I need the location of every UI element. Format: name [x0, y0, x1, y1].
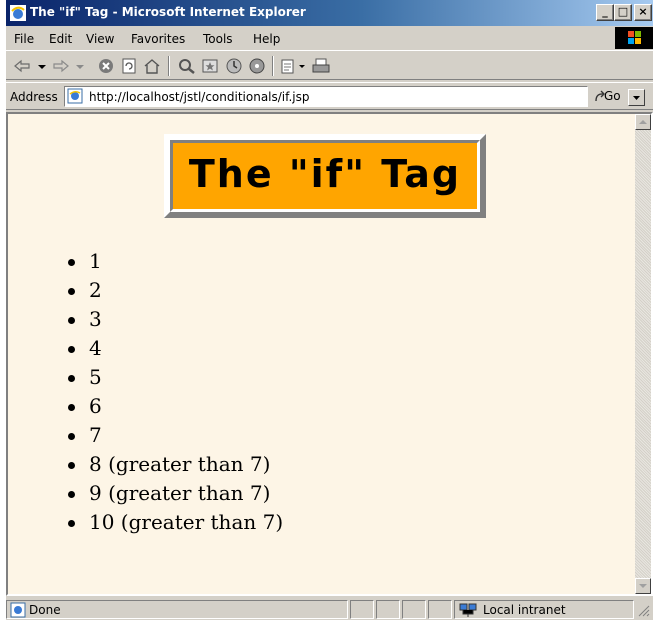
toolbar	[6, 50, 653, 80]
vertical-scrollbar[interactable]	[635, 114, 651, 594]
list-item: 3	[68, 305, 283, 334]
zone-text: Local intranet	[483, 603, 566, 617]
status-pane	[402, 600, 426, 619]
forward-dropdown-icon[interactable]	[70, 57, 90, 75]
windows-logo-icon	[615, 27, 653, 49]
forward-icon[interactable]	[51, 57, 71, 75]
status-pane	[350, 600, 374, 619]
menu-favorites[interactable]: Favorites	[131, 32, 185, 46]
status-pane-main: Done	[6, 600, 348, 619]
menu-edit[interactable]: Edit	[49, 32, 72, 46]
search-icon[interactable]	[177, 57, 197, 75]
print-icon[interactable]	[311, 57, 331, 75]
address-bar: Address http://localhost/jstl/conditiona…	[6, 82, 653, 110]
status-bar: Done Local intranet	[6, 598, 653, 620]
media-icon[interactable]	[247, 57, 267, 75]
toolbar-separator	[168, 56, 170, 76]
address-url: http://localhost/jstl/conditionals/if.js…	[89, 90, 310, 104]
back-icon[interactable]	[12, 57, 32, 75]
browser-window: The "if" Tag - Microsoft Internet Explor…	[6, 0, 653, 620]
list-item: 2	[68, 276, 283, 305]
status-pane-zone: Local intranet	[454, 600, 634, 619]
resize-grip-icon[interactable]	[636, 603, 650, 617]
arrow-down-icon	[639, 584, 647, 588]
status-text: Done	[29, 603, 61, 617]
list-item: 5	[68, 363, 283, 392]
scroll-down-button[interactable]	[635, 578, 651, 594]
ie-page-icon	[10, 602, 26, 618]
list-item: 6	[68, 392, 283, 421]
ie-page-icon	[67, 88, 83, 104]
minimize-button[interactable]: _	[596, 4, 614, 21]
window-title: The "if" Tag - Microsoft Internet Explor…	[30, 5, 306, 19]
stop-icon[interactable]	[96, 57, 116, 75]
menu-view[interactable]: View	[86, 32, 114, 46]
maximize-button[interactable]: □	[614, 4, 632, 21]
toolbar-separator	[272, 56, 274, 76]
chevron-down-icon	[633, 96, 640, 100]
number-list: 1 2 3 4 5 6 7 8 (greater than 7) 9 (grea…	[68, 247, 283, 537]
heading-cell: The "if" Tag	[170, 140, 480, 212]
page-heading: The "if" Tag	[188, 152, 462, 196]
page-viewport: The "if" Tag 1 2 3 4 5 6 7 8 (greater th…	[6, 112, 653, 596]
favorites-icon[interactable]	[200, 57, 220, 75]
home-icon[interactable]	[142, 57, 162, 75]
arrow-up-icon	[639, 120, 647, 124]
go-button[interactable]: Go	[604, 89, 621, 103]
status-pane	[428, 600, 452, 619]
refresh-icon[interactable]	[119, 57, 139, 75]
ie-logo-icon	[10, 5, 26, 21]
address-label: Address	[10, 90, 58, 104]
page-content: The "if" Tag 1 2 3 4 5 6 7 8 (greater th…	[8, 114, 635, 594]
list-item: 8 (greater than 7)	[68, 450, 283, 479]
list-item: 7	[68, 421, 283, 450]
back-dropdown-icon[interactable]	[32, 57, 52, 75]
address-input[interactable]: http://localhost/jstl/conditionals/if.js…	[64, 86, 645, 107]
list-item: 4	[68, 334, 283, 363]
title-bar[interactable]: The "if" Tag - Microsoft Internet Explor…	[6, 0, 653, 26]
address-dropdown-button[interactable]	[628, 89, 645, 106]
list-item: 10 (greater than 7)	[68, 508, 283, 537]
close-button[interactable]: ×	[634, 4, 652, 21]
status-pane	[376, 600, 400, 619]
history-icon[interactable]	[224, 57, 244, 75]
intranet-icon	[459, 603, 477, 617]
menu-tools[interactable]: Tools	[203, 32, 233, 46]
scroll-up-button[interactable]	[635, 114, 651, 130]
menu-file[interactable]: File	[14, 32, 34, 46]
menu-help[interactable]: Help	[253, 32, 280, 46]
list-item: 1	[68, 247, 283, 276]
heading-table: The "if" Tag	[164, 134, 486, 218]
menu-bar: File Edit View Favorites Tools Help	[6, 27, 653, 49]
list-item: 9 (greater than 7)	[68, 479, 283, 508]
